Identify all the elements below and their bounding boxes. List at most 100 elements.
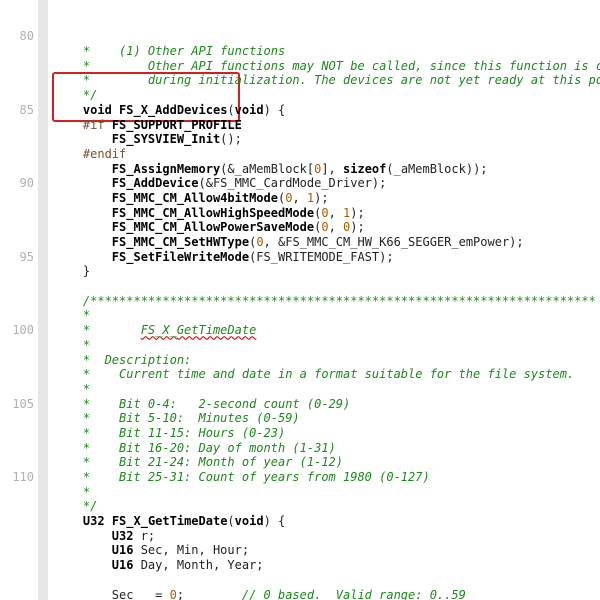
line-number (0, 529, 34, 544)
line-number (0, 44, 34, 59)
code-line[interactable] (54, 279, 600, 294)
code-token: ); (314, 191, 328, 205)
code-line[interactable]: * Description: (54, 353, 600, 368)
code-token: ; (177, 588, 242, 600)
code-line[interactable]: U16 Day, Month, Year; (54, 558, 600, 573)
code-token: FS_X_ (141, 323, 177, 337)
code-token: * Bit 16-20: Day of month (1-31) (83, 441, 336, 455)
code-token: // 0 based. Valid range: 0..59 (242, 588, 466, 600)
line-number (0, 162, 34, 177)
line-number (0, 264, 34, 279)
code-token: * (1) Other API functions (83, 44, 285, 58)
code-line[interactable]: * Bit 21-24: Month of year (1-12) (54, 455, 600, 470)
code-line[interactable]: * FS_X_GetTimeDate (54, 323, 600, 338)
code-line[interactable]: FS_AssignMemory(&_aMemBlock[0], sizeof(_… (54, 162, 600, 177)
code-line[interactable]: * Bit 5-10: Minutes (0-59) (54, 411, 600, 426)
code-token: , &FS_MMC_CM_HW_K66_SEGGER_emPower); (264, 235, 524, 249)
code-token (105, 118, 112, 132)
code-line[interactable]: * (54, 382, 600, 397)
line-number: 95 (0, 250, 34, 265)
code-line[interactable]: FS_AddDevice(&FS_MMC_CardMode_Driver); (54, 176, 600, 191)
code-token: , (329, 206, 343, 220)
code-line[interactable]: /***************************************… (54, 294, 600, 309)
code-token: * Bit 11-15: Hours (0-23) (83, 426, 285, 440)
code-line[interactable]: * Bit 11-15: Hours (0-23) (54, 426, 600, 441)
code-token: ); (350, 220, 364, 234)
line-number (0, 455, 34, 470)
code-token: * (83, 338, 90, 352)
line-number-gutter: 80859095100105110 (0, 0, 38, 600)
code-line[interactable] (54, 573, 600, 588)
code-line[interactable]: FS_MMC_CM_SetHWType(0, &FS_MMC_CM_HW_K66… (54, 235, 600, 250)
code-line[interactable]: void FS_X_AddDevices(void) { (54, 103, 600, 118)
code-line[interactable]: * (54, 485, 600, 500)
line-number (0, 0, 34, 15)
code-line[interactable]: * Bit 0-4: 2-second count (0-29) (54, 397, 600, 412)
code-token: FS_MMC_CM_SetHWType (112, 235, 249, 249)
code-token: FS_AssignMemory (112, 162, 220, 176)
code-token: ) { (264, 103, 286, 117)
code-token: FS_X_AddDevices (119, 103, 227, 117)
code-line[interactable]: */ (54, 499, 600, 514)
code-token: , (329, 220, 343, 234)
code-line[interactable]: */ (54, 88, 600, 103)
code-token: Sec, Min, Hour; (133, 543, 249, 557)
code-token: void (235, 103, 264, 117)
code-token: (); (220, 132, 242, 146)
code-line[interactable]: * Bit 25-31: Count of years from 1980 (0… (54, 470, 600, 485)
code-line[interactable]: * (54, 338, 600, 353)
code-token: */ (83, 88, 97, 102)
line-number (0, 588, 34, 600)
code-line[interactable]: Sec = 0; // 0 based. Valid range: 0..59 (54, 588, 600, 600)
code-token: ( (227, 514, 234, 528)
code-token: (_aMemBlock)); (386, 162, 487, 176)
line-number (0, 206, 34, 221)
code-line[interactable]: * (1) Other API functions (54, 44, 600, 59)
code-line[interactable]: FS_MMC_CM_AllowHighSpeedMode(0, 1); (54, 206, 600, 221)
code-line[interactable]: FS_SetFileWriteMode(FS_WRITEMODE_FAST); (54, 250, 600, 265)
code-line[interactable]: FS_MMC_CM_Allow4bitMode(0, 1); (54, 191, 600, 206)
code-token: #if (83, 118, 105, 132)
code-token: (&FS_MMC_CardMode_Driver); (199, 176, 387, 190)
line-number (0, 147, 34, 162)
code-token: */ (83, 499, 97, 513)
code-line[interactable]: U32 FS_X_GetTimeDate(void) { (54, 514, 600, 529)
code-line[interactable]: U16 Sec, Min, Hour; (54, 543, 600, 558)
code-token: sizeof (343, 162, 386, 176)
code-token: (&_aMemBlock[ (220, 162, 314, 176)
code-line[interactable]: * during initialization. The devices are… (54, 73, 600, 88)
code-line[interactable]: FS_MMC_CM_AllowPowerSaveMode(0, 0); (54, 220, 600, 235)
code-line[interactable]: #if FS_SUPPORT_PROFILE (54, 118, 600, 133)
code-token: Day, Month, Year; (133, 558, 263, 572)
code-token: * (83, 308, 90, 322)
code-line[interactable]: FS_SYSVIEW_Init(); (54, 132, 600, 147)
code-token: FS_MMC_CM_Allow4bitMode (112, 191, 278, 205)
code-token: FS_AddDevice (112, 176, 199, 190)
code-line[interactable]: U32 r; (54, 529, 600, 544)
code-token: U16 (112, 558, 134, 572)
line-number: 85 (0, 103, 34, 118)
code-line[interactable]: * (54, 308, 600, 323)
code-token: * Other API functions may NOT be called,… (83, 59, 600, 73)
code-token: GetTimeDate (177, 323, 256, 337)
code-line[interactable]: * Current time and date in a format suit… (54, 367, 600, 382)
line-number (0, 132, 34, 147)
code-token: FS_MMC_CM_AllowHighSpeedMode (112, 206, 314, 220)
code-line[interactable]: #endif (54, 147, 600, 162)
line-number: 110 (0, 470, 34, 485)
code-line[interactable]: } (54, 264, 600, 279)
code-token: ], (321, 162, 343, 176)
line-number (0, 88, 34, 103)
code-line[interactable]: * Bit 16-20: Day of month (1-31) (54, 441, 600, 456)
code-line[interactable]: * Other API functions may NOT be called,… (54, 59, 600, 74)
line-number: 105 (0, 397, 34, 412)
line-number (0, 514, 34, 529)
line-number (0, 367, 34, 382)
code-token (105, 514, 112, 528)
code-token: 0 (170, 588, 177, 600)
line-number (0, 573, 34, 588)
code-token: FS_MMC_CM_AllowPowerSaveMode (112, 220, 314, 234)
code-token: * Current time and date in a format suit… (83, 367, 574, 381)
code-area[interactable]: * (1) Other API functions * Other API fu… (48, 0, 600, 600)
code-token: FS_SYSVIEW_Init (112, 132, 220, 146)
